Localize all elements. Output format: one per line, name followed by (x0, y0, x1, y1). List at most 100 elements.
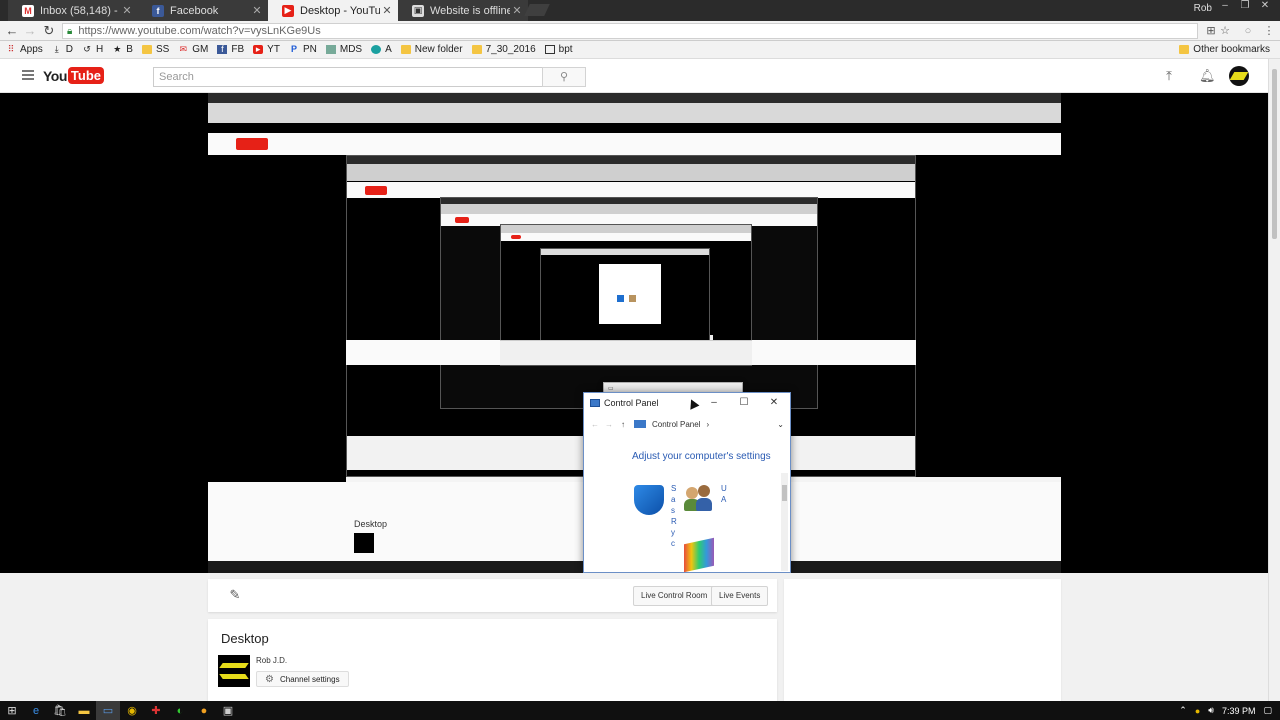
tab-facebook[interactable]: f Facebook ✕ (138, 0, 268, 21)
appearance-icon[interactable] (684, 537, 714, 573)
tab-offline[interactable]: ▣ Website is offline | 504: ✕ (398, 0, 528, 21)
folder-icon (141, 45, 152, 54)
bookmark-bpt[interactable]: bpt (544, 44, 573, 55)
bookmark-mds[interactable]: MDS (325, 44, 362, 55)
other-bookmarks[interactable]: Other bookmarks (1179, 44, 1270, 55)
edge-icon[interactable]: e (24, 701, 48, 720)
category-link-users[interactable]: U A (721, 483, 727, 513)
tab-gmail[interactable]: M Inbox (58,148) - rdalgli ✕ (8, 0, 138, 21)
channel-avatar[interactable] (218, 655, 250, 687)
video-player[interactable]: Desktop ▭ Control Panel – ☐ ✕ ← → ↑ Cont… (208, 93, 1061, 573)
app-red-icon[interactable]: ✚ (144, 701, 168, 720)
system-security-icon[interactable] (634, 485, 664, 515)
bookmark-new-folder[interactable]: New folder (400, 44, 463, 55)
maximize-icon[interactable]: ☐ (732, 395, 756, 411)
restore-icon[interactable]: ❐ (1236, 0, 1254, 14)
profile-name[interactable]: Rob (1194, 3, 1212, 14)
close-icon[interactable]: ✕ (120, 4, 134, 17)
bookmark-b[interactable]: ★ B (112, 44, 133, 55)
chrome-menu-icon[interactable]: ⋮ (1261, 23, 1277, 39)
url-text: https://www.youtube.com/watch?v=vysLnKGe… (78, 25, 321, 37)
notifications-icon[interactable]: ▢ (1263, 705, 1272, 716)
notifications-bell-icon[interactable]: 🔔︎ (1199, 68, 1216, 84)
extension-icon[interactable]: ○ (1240, 23, 1256, 39)
pandora-icon: P (290, 44, 297, 54)
channel-name[interactable]: Rob J.D. (256, 656, 287, 665)
channel-settings-button[interactable]: ⚙ Channel settings (256, 671, 349, 687)
control-panel-icon[interactable]: ▭ (96, 701, 120, 720)
up-icon[interactable]: ↑ (616, 420, 630, 429)
back-icon[interactable]: ← (588, 420, 602, 429)
chrome-icon[interactable]: ◉ (120, 701, 144, 720)
bookmark-apps[interactable]: ⠿ Apps (6, 44, 43, 55)
search-button[interactable]: ⚲ (542, 67, 586, 87)
edit-pencil-icon[interactable]: ✎ (228, 588, 242, 602)
control-panel-window[interactable]: Control Panel – ☐ ✕ ← → ↑ Control Panel … (583, 392, 791, 573)
chevron-down-icon[interactable]: ⌄ (777, 420, 784, 429)
a-site-icon (371, 45, 382, 54)
search-input[interactable]: Search (153, 67, 543, 87)
nested-screen-5 (540, 248, 710, 343)
address-bar[interactable]: 🔒︎ https://www.youtube.com/watch?v=vysLn… (62, 23, 1198, 39)
user-accounts-icon[interactable] (684, 485, 714, 513)
app-orange-icon[interactable]: ● (192, 701, 216, 720)
bookmark-gm[interactable]: ✉ GM (178, 44, 209, 55)
bookmark-pn[interactable]: P PN (289, 44, 317, 55)
address-breadcrumb[interactable]: ← → ↑ Control Panel › ⌄ (588, 415, 788, 433)
download-icon: ⤓ (54, 44, 59, 54)
folder-icon (400, 45, 411, 54)
close-icon[interactable]: ✕ (250, 4, 264, 17)
close-window-icon[interactable]: ✕ (1256, 0, 1274, 14)
app-green-icon[interactable]: ◐ (168, 701, 192, 720)
breadcrumb: Control Panel (652, 419, 701, 429)
bookmark-ss[interactable]: SS (141, 44, 169, 55)
start-icon[interactable]: ⊞ (0, 701, 24, 720)
bookmark-a[interactable]: A (371, 44, 392, 55)
page-scrollbar[interactable] (1268, 59, 1280, 701)
forward-icon[interactable]: → (21, 22, 39, 40)
video-info-card: Desktop Rob J.D. ⚙ Channel settings (208, 619, 777, 701)
close-icon[interactable]: ✕ (380, 4, 394, 17)
watch-page: Desktop ▭ Control Panel – ☐ ✕ ← → ↑ Cont… (0, 93, 1268, 701)
close-icon[interactable]: ✕ (762, 395, 786, 411)
bookmark-h[interactable]: ↺ H (82, 44, 103, 55)
bookmark-fb[interactable]: f FB (217, 44, 244, 55)
youtube-icon: ▸ (253, 45, 264, 54)
forward-icon[interactable]: → (602, 420, 616, 429)
live-control-room-button[interactable]: Live Control Room (633, 586, 716, 606)
video-title: Desktop (221, 631, 269, 646)
file-explorer-icon[interactable]: ▬ (72, 701, 96, 720)
minimize-icon[interactable]: – (702, 395, 726, 411)
bookmark-star-icon[interactable]: ☆ (1217, 23, 1233, 39)
bookmark-d[interactable]: ⤓ D (52, 44, 73, 55)
live-events-button[interactable]: Live Events (711, 586, 769, 606)
apps-grid-icon: ⠿ (7, 44, 15, 54)
menu-icon[interactable] (22, 70, 34, 80)
store-icon[interactable]: 🛍︎ (48, 701, 72, 720)
star-icon: ★ (113, 44, 122, 54)
category-link-system[interactable]: S a s R y c (671, 483, 677, 563)
upload-icon[interactable]: ⤒ (1161, 68, 1177, 84)
tab-youtube[interactable]: ▶ Desktop - YouTube ✕ (268, 0, 398, 21)
new-tab-button[interactable] (524, 4, 550, 16)
youtube-header: You Tube Search ⚲ ⤒ 🔔︎ (0, 59, 1268, 93)
account-avatar[interactable] (1229, 66, 1249, 86)
video-actions-bar: ✎ Live Control Room Live Events (208, 579, 777, 612)
chevron-up-icon[interactable]: ⌃ (1179, 705, 1187, 716)
app-gray-icon[interactable]: ▣ (216, 701, 240, 720)
volume-icon[interactable]: 🔊︎ (1208, 705, 1214, 716)
back-icon[interactable]: ← (3, 22, 21, 40)
clock-time[interactable]: 7:39 PM (1222, 706, 1256, 716)
youtube-logo[interactable]: You Tube (43, 67, 104, 84)
bookmark-7-30-2016[interactable]: 7_30_2016 (471, 44, 536, 55)
bookmark-yt[interactable]: ▸ YT (253, 44, 280, 55)
facebook-icon: f (152, 4, 164, 17)
reload-icon[interactable]: ↻ (40, 22, 58, 40)
close-icon[interactable]: ✕ (510, 4, 524, 17)
facebook-icon: f (217, 45, 228, 54)
scrollbar[interactable] (781, 473, 788, 571)
tray-app-icon[interactable]: ● (1195, 706, 1200, 716)
minimize-icon[interactable]: – (1216, 0, 1234, 14)
tab-title: Facebook (170, 4, 219, 17)
chevron-right-icon: › (706, 419, 710, 429)
